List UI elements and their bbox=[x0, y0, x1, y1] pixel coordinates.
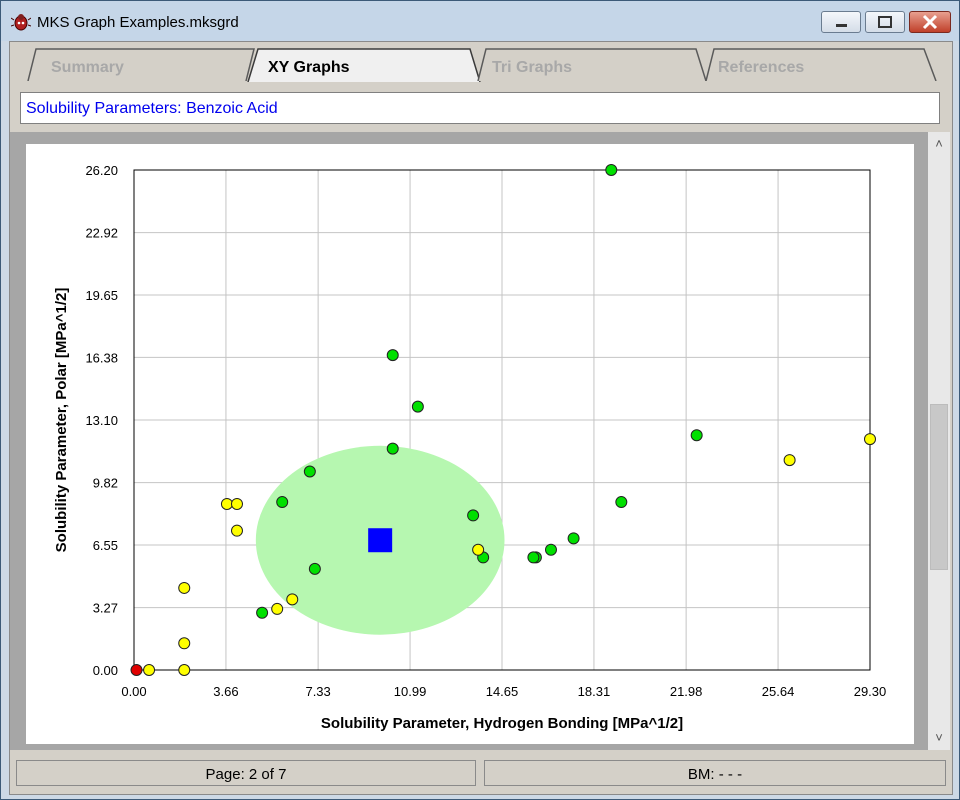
status-bar: Page: 2 of 7 BM: - - - bbox=[10, 754, 950, 792]
app-window: MKS Graph Examples.mksgrd Summary XY Gra… bbox=[0, 0, 960, 800]
y-tick-label: 3.27 bbox=[93, 601, 118, 616]
status-page: Page: 2 of 7 bbox=[205, 766, 287, 783]
tick-label-layer: 0.00 3.66 7.33 10.99 14.65 18.31 21.98 25.64 29.… bbox=[85, 163, 886, 699]
x-tick-label: 14.65 bbox=[486, 684, 519, 699]
y-tick-label: 0.00 bbox=[93, 663, 118, 678]
tab-summary-label: Summary bbox=[51, 59, 124, 76]
window-title: MKS Graph Examples.mksgrd bbox=[37, 14, 239, 31]
graph-subtitle: Solubility Parameters: Benzoic Acid bbox=[26, 100, 278, 117]
poor-solvent-point bbox=[472, 543, 485, 556]
good-solvent-point bbox=[386, 349, 399, 362]
minimize-button[interactable] bbox=[821, 11, 861, 33]
close-button[interactable] bbox=[909, 11, 951, 33]
x-tick-label: 0.00 bbox=[121, 684, 146, 699]
good-solvent-point bbox=[276, 496, 289, 509]
poor-solvent-point bbox=[178, 637, 191, 650]
good-solvent-point bbox=[303, 465, 316, 478]
status-page-pane: Page: 2 of 7 bbox=[16, 760, 476, 786]
y-tick-label: 16.38 bbox=[85, 350, 118, 365]
x-tick-label: 3.66 bbox=[213, 684, 238, 699]
x-tick-label: 21.98 bbox=[670, 684, 703, 699]
x-tick-label: 25.64 bbox=[762, 684, 795, 699]
y-tick-label: 9.82 bbox=[93, 476, 118, 491]
scroll-down-icon[interactable]: ˅ bbox=[928, 730, 950, 746]
maximize-icon bbox=[878, 16, 892, 28]
app-bug-icon bbox=[11, 14, 31, 31]
graph-title-bar: Solubility Parameters: Benzoic Acid bbox=[20, 92, 940, 124]
sphere-center-marker bbox=[368, 528, 393, 553]
good-solvent-point bbox=[386, 442, 399, 455]
title-bar[interactable]: MKS Graph Examples.mksgrd bbox=[1, 1, 959, 41]
good-solvent-point bbox=[567, 532, 580, 545]
y-tick-label: 6.55 bbox=[93, 538, 118, 553]
scatter-chart: 0.00 3.66 7.33 10.99 14.65 18.31 21.98 25.64 29.… bbox=[53, 163, 886, 732]
y-tick-label: 22.92 bbox=[85, 226, 118, 241]
maximize-button[interactable] bbox=[865, 11, 905, 33]
status-bookmark-pane: BM: - - - bbox=[484, 760, 946, 786]
y-tick-label: 26.20 bbox=[85, 163, 118, 178]
poor-solvent-point bbox=[864, 433, 876, 446]
x-axis-label: Solubility Parameter, Hydrogen Bonding [… bbox=[321, 715, 683, 732]
poor-solvent-point bbox=[178, 664, 191, 676]
good-solvent-point bbox=[615, 496, 628, 509]
poor-solvent-point bbox=[220, 497, 233, 510]
good-solvent-point bbox=[544, 543, 557, 556]
scroll-up-icon[interactable]: ˄ bbox=[928, 136, 950, 152]
y-axis-label: Solubility Parameter, Polar [MPa^1/2] bbox=[53, 288, 70, 553]
close-icon bbox=[922, 14, 938, 30]
poor-solvent-point bbox=[286, 593, 299, 606]
x-tick-label: 18.31 bbox=[578, 684, 611, 699]
poor-solvent-point bbox=[178, 581, 191, 594]
poor-solvent-point bbox=[230, 497, 243, 510]
good-solvent-point bbox=[467, 509, 480, 522]
graph-page: 0.00 3.66 7.33 10.99 14.65 18.31 21.98 25.64 29.… bbox=[26, 144, 914, 744]
x-tick-label: 10.99 bbox=[394, 684, 427, 699]
tab-summary[interactable]: Summary bbox=[18, 48, 258, 81]
good-solvent-point bbox=[690, 429, 703, 442]
tab-tri-graphs-label: Tri Graphs bbox=[492, 59, 573, 76]
tab-references-label: References bbox=[718, 59, 805, 76]
minimize-icon bbox=[836, 24, 847, 27]
tab-references[interactable]: References bbox=[696, 48, 940, 81]
good-solvent-point bbox=[527, 551, 540, 564]
tab-xy-graphs-label: XY Graphs bbox=[268, 59, 350, 76]
tab-tri-graphs[interactable]: Tri Graphs bbox=[468, 48, 708, 81]
good-solvent-point bbox=[605, 164, 618, 176]
bad-solvent-point bbox=[130, 664, 143, 676]
x-tick-label: 29.30 bbox=[854, 684, 887, 699]
vertical-scrollbar[interactable]: ˄ ˅ bbox=[928, 132, 950, 750]
good-solvent-point bbox=[308, 562, 321, 575]
poor-solvent-point bbox=[783, 454, 796, 467]
poor-solvent-point bbox=[271, 602, 284, 615]
poor-solvent-point bbox=[143, 664, 156, 676]
client-area: Summary XY Graphs Tri Graphs References … bbox=[9, 41, 953, 795]
grid-layer bbox=[133, 169, 871, 671]
good-solvent-point bbox=[411, 400, 424, 413]
x-tick-label: 7.33 bbox=[305, 684, 330, 699]
poor-solvent-point bbox=[230, 524, 243, 537]
y-tick-label: 19.65 bbox=[85, 288, 118, 303]
tab-xy-graphs[interactable]: XY Graphs bbox=[244, 48, 484, 82]
good-solvent-point bbox=[256, 606, 269, 619]
status-bookmark: BM: - - - bbox=[687, 766, 743, 783]
y-tick-label: 13.10 bbox=[85, 413, 118, 428]
graph-scroll-area[interactable]: 0.00 3.66 7.33 10.99 14.65 18.31 21.98 25.64 29.… bbox=[10, 132, 950, 750]
scroll-thumb[interactable] bbox=[930, 404, 948, 570]
